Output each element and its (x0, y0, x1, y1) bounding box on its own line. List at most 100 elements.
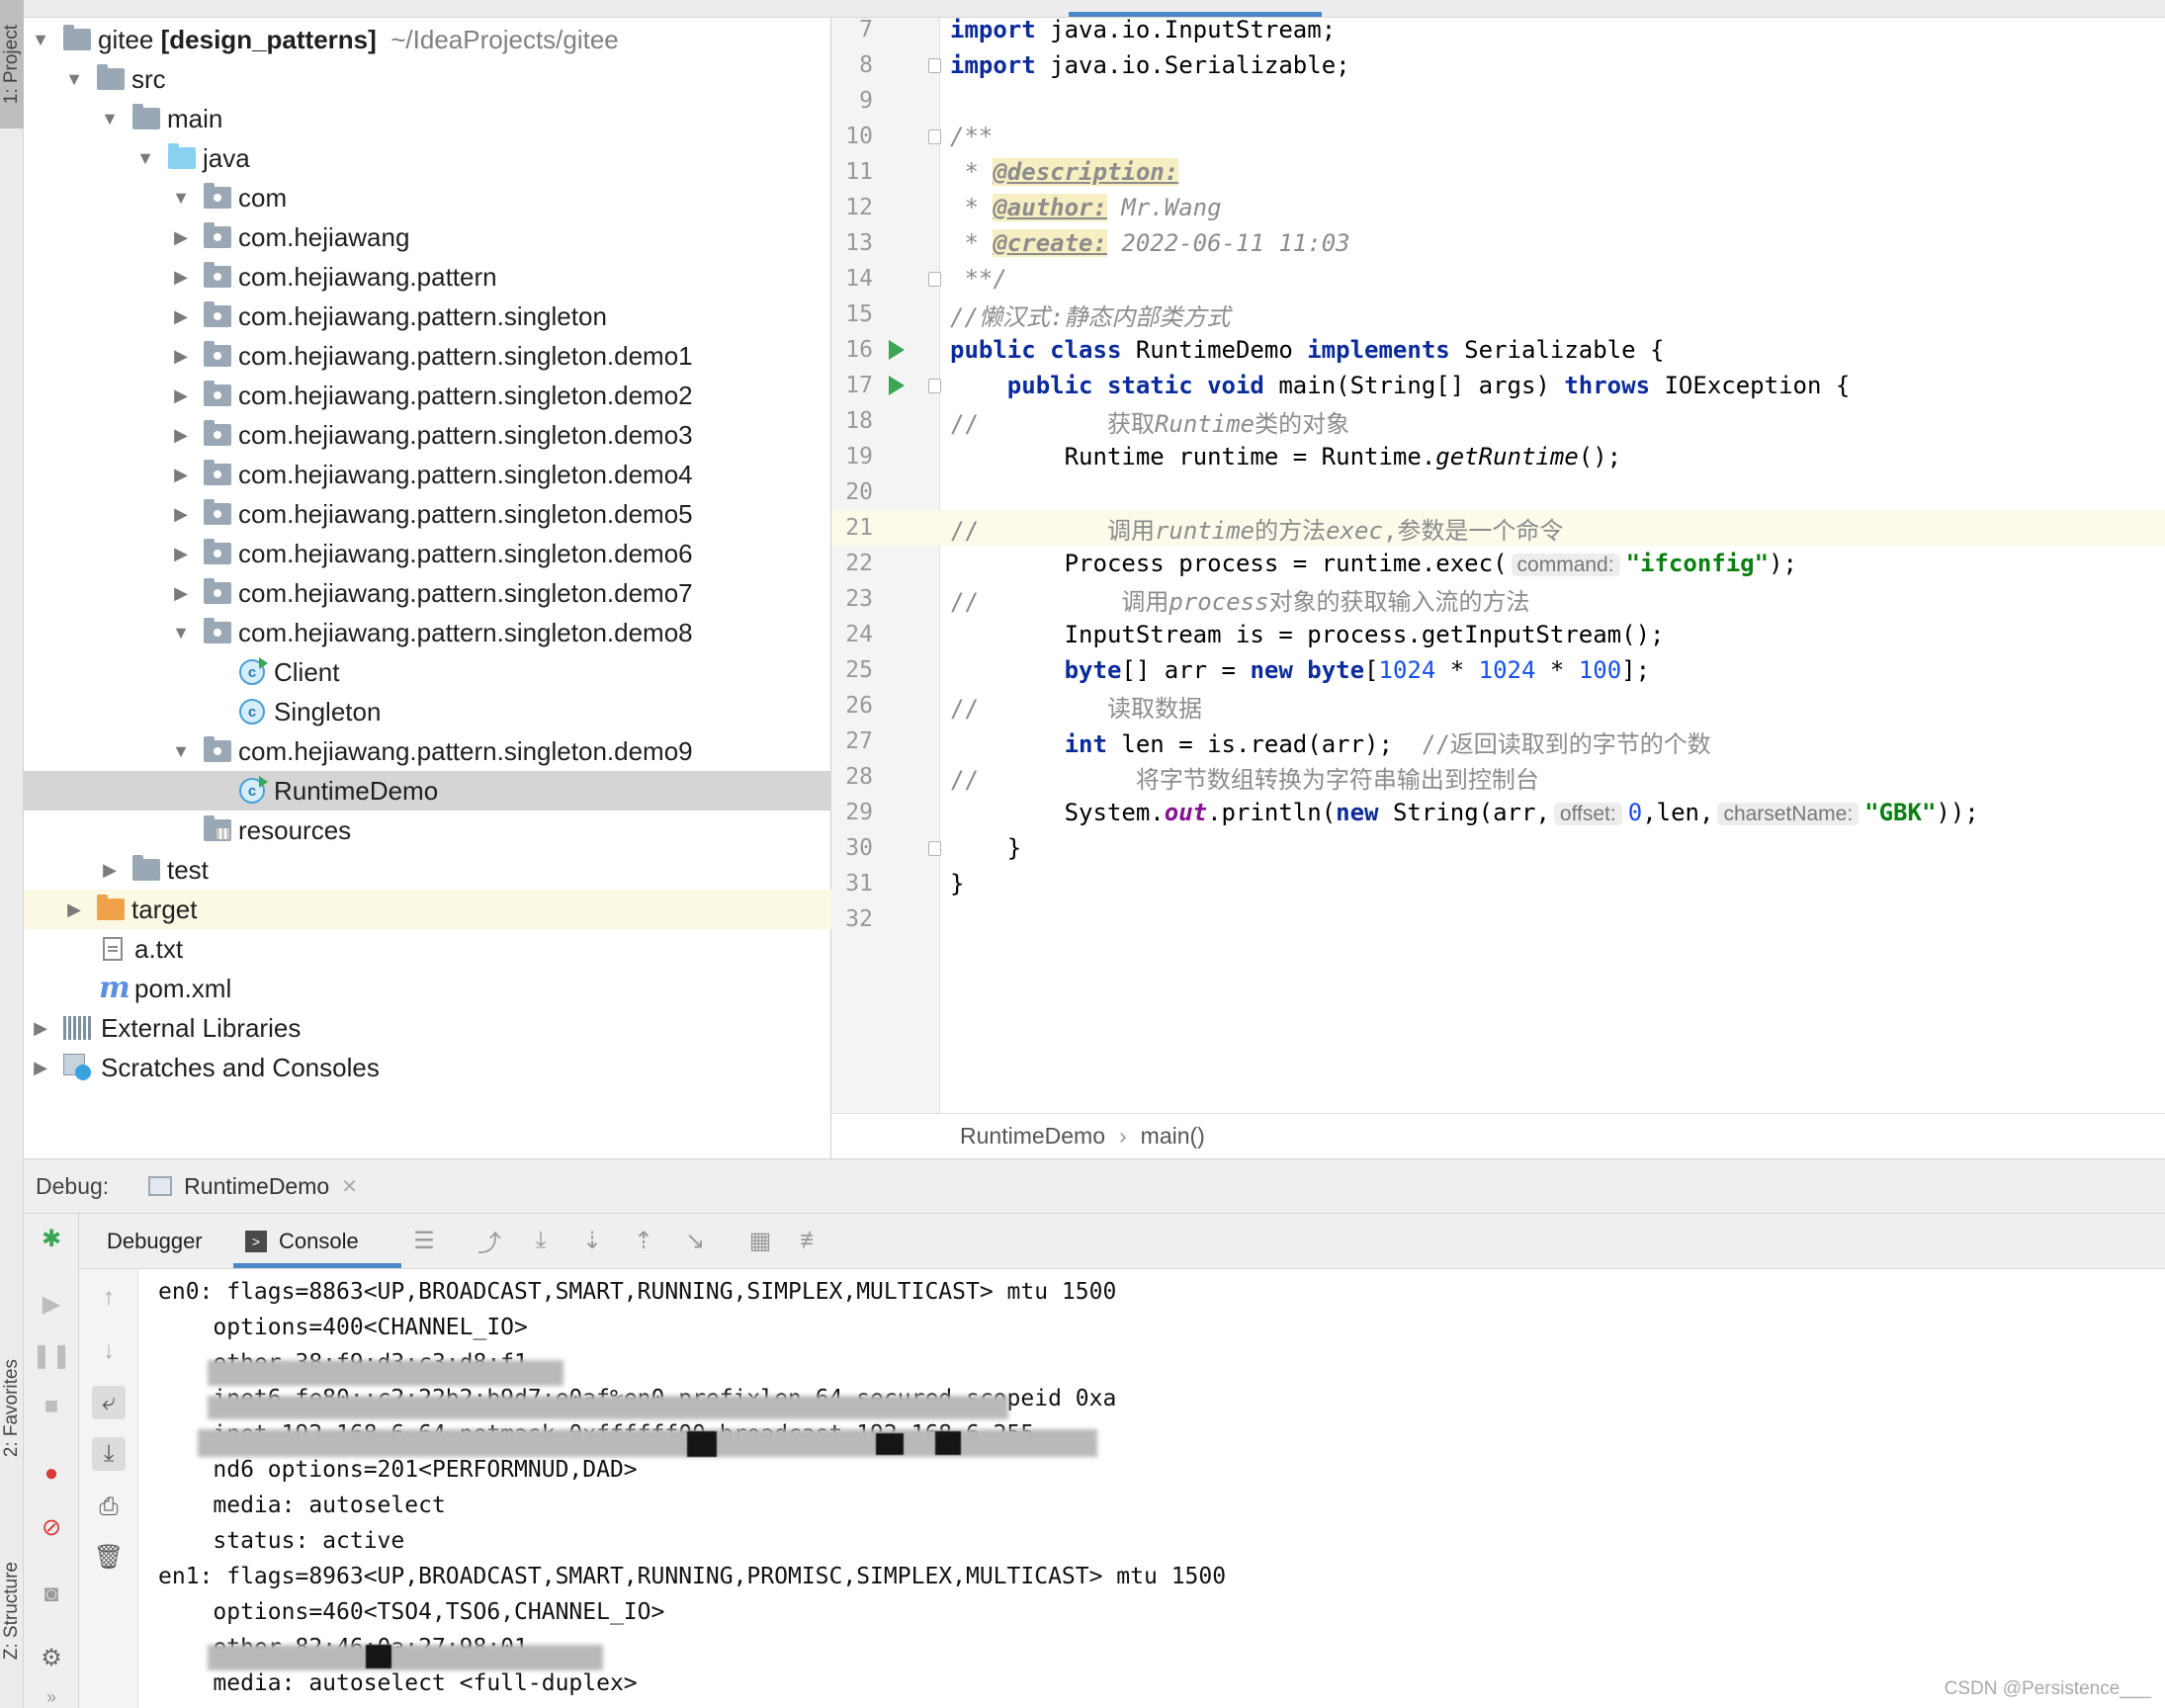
step-over-icon[interactable]: ⤓ (526, 1226, 556, 1255)
tree-node-package[interactable]: ▶ com.hejiawang.pattern.singleton.demo3 (24, 415, 831, 455)
code-line[interactable]: 22 Process process = runtime.exec(comman… (831, 546, 2165, 581)
code-line[interactable]: 24 InputStream is = process.getInputStre… (831, 617, 2165, 652)
tree-node-package[interactable]: ▼ com.hejiawang.pattern.singleton.demo8 (24, 613, 831, 652)
tab-console[interactable]: > Console (233, 1214, 371, 1269)
code-line-current[interactable]: 21 // 调用runtime的方法exec,参数是一个命令 (831, 510, 2165, 546)
tree-node-scratches[interactable]: ▶ Scratches and Consoles (24, 1048, 831, 1087)
code-line[interactable]: 16 public class RuntimeDemo implements S… (831, 332, 2165, 368)
tree-node-package[interactable]: ▶ com.hejiawang.pattern.singleton.demo5 (24, 494, 831, 534)
tree-node-package[interactable]: ▶ com.hejiawang (24, 217, 831, 257)
debug-bug-icon[interactable]: ✱ (35, 1222, 68, 1255)
scroll-to-end-icon[interactable]: ⤓ (92, 1437, 126, 1471)
code-line[interactable]: 28 // 将字节数组转换为字符串输出到控制台 (831, 759, 2165, 795)
chevron-right-icon[interactable]: ▶ (170, 465, 192, 485)
code-line[interactable]: 9 (831, 83, 2165, 119)
code-line[interactable]: 13 * @create: 2022-06-11 11:03 (831, 225, 2165, 261)
view-breakpoints-icon[interactable]: ● (35, 1457, 68, 1491)
code-line[interactable]: 15 //懒汉式:静态内部类方式 (831, 297, 2165, 332)
tree-node-package[interactable]: ▼ com.hejiawang.pattern.singleton.demo9 (24, 731, 831, 771)
arrow-up-icon[interactable]: ↑ (92, 1281, 126, 1315)
evaluate-expression-icon[interactable]: ▦ (745, 1226, 775, 1255)
fold-marker-icon[interactable] (928, 129, 941, 144)
layout-menu-icon[interactable]: ☰ (409, 1226, 439, 1255)
tree-node-root[interactable]: ▼ gitee [design_patterns] ~/IdeaProjects… (24, 20, 831, 59)
tree-node-class[interactable]: c Client (24, 652, 831, 692)
chevron-right-icon[interactable]: ▶ (170, 425, 192, 446)
code-line[interactable]: 18 // 获取Runtime类的对象 (831, 403, 2165, 439)
code-line[interactable]: 10 /** (831, 119, 2165, 154)
close-icon[interactable]: ✕ (341, 1174, 358, 1199)
pause-icon[interactable]: ❚❚ (32, 1338, 71, 1372)
mute-breakpoints-icon[interactable]: ⊘ (35, 1510, 68, 1544)
trace-icon[interactable]: ≢ (797, 1226, 826, 1255)
tree-node-package[interactable]: ▶ com.hejiawang.pattern.singleton.demo1 (24, 336, 831, 376)
favorites-tool-tab[interactable]: 2: Favorites (0, 1315, 24, 1502)
tree-node-src[interactable]: ▼ src (24, 59, 831, 99)
run-to-cursor-icon[interactable]: ↘ (680, 1226, 710, 1255)
chevron-right-icon[interactable]: ▶ (170, 504, 192, 525)
tree-node-target[interactable]: ▶ target (24, 890, 831, 929)
chevron-right-icon[interactable]: ▶ (63, 899, 85, 920)
chevron-down-icon[interactable]: ▼ (170, 741, 192, 762)
project-tool-tab[interactable]: 1: Project (0, 0, 24, 128)
chevron-down-icon[interactable]: ▼ (30, 30, 51, 50)
code-line[interactable]: 14 **/ (831, 261, 2165, 297)
tree-node-class[interactable]: c Singleton (24, 692, 831, 731)
code-line[interactable]: 19 Runtime runtime = Runtime.getRuntime(… (831, 439, 2165, 474)
tree-node-file[interactable]: m pom.xml (24, 969, 831, 1008)
code-line[interactable]: 29 System.out.println(new String(arr, off… (831, 795, 2165, 830)
debug-session-tab[interactable]: RuntimeDemo ✕ (148, 1173, 358, 1200)
chevron-down-icon[interactable]: ▼ (170, 188, 192, 209)
code-line[interactable]: 8 import java.io.Serializable; (831, 47, 2165, 83)
chevron-right-icon[interactable]: ▶ (170, 583, 192, 604)
tree-node-package[interactable]: ▶ com.hejiawang.pattern.singleton (24, 297, 831, 336)
tab-debugger[interactable]: Debugger (107, 1214, 203, 1269)
run-gutter-icon[interactable] (889, 340, 905, 360)
fold-marker-icon[interactable] (928, 841, 941, 856)
tree-node-package[interactable]: ▶ com.hejiawang.pattern.singleton.demo7 (24, 573, 831, 613)
chevron-right-icon[interactable]: ▶ (99, 860, 121, 881)
tree-node-class-selected[interactable]: c RuntimeDemo (24, 771, 831, 811)
chevron-down-icon[interactable]: ▼ (63, 69, 85, 90)
tree-node-file[interactable]: a.txt (24, 929, 831, 969)
console-output[interactable]: en0: flags=8863<UP,BROADCAST,SMART,RUNNI… (138, 1269, 2165, 1708)
chevron-right-icon[interactable]: ▶ (170, 267, 192, 288)
tree-node-java[interactable]: ▼ java (24, 138, 831, 178)
fold-marker-icon[interactable] (928, 58, 941, 73)
run-gutter-icon[interactable] (889, 376, 905, 395)
tree-node-resources[interactable]: resources (24, 811, 831, 850)
chevron-right-icon[interactable]: ▶ (170, 346, 192, 367)
trash-icon[interactable]: 🗑 (92, 1540, 126, 1574)
fold-marker-icon[interactable] (928, 379, 941, 393)
tree-node-package[interactable]: ▶ com.hejiawang.pattern (24, 257, 831, 297)
step-into-icon[interactable]: ⇣ (577, 1226, 607, 1255)
fold-marker-icon[interactable] (928, 272, 941, 287)
tree-node-package[interactable]: ▼ com (24, 178, 831, 217)
code-line[interactable]: 25 byte[] arr = new byte[1024 * 1024 * 1… (831, 652, 2165, 688)
tree-node-libraries[interactable]: ▶ External Libraries (24, 1008, 831, 1048)
arrow-down-icon[interactable]: ↓ (92, 1334, 126, 1368)
chevron-right-icon[interactable]: ▶ (170, 385, 192, 406)
soft-wrap-icon[interactable]: ⤶ (92, 1386, 126, 1419)
breadcrumb-class[interactable]: RuntimeDemo (960, 1123, 1105, 1150)
code-line[interactable]: 12 * @author: Mr.Wang (831, 190, 2165, 225)
chevron-right-icon[interactable]: ▶ (170, 227, 192, 248)
code-editor[interactable]: 7 import java.io.InputStream; 8 import j… (831, 0, 2165, 1158)
chevron-down-icon[interactable]: ▼ (134, 148, 156, 169)
chevron-right-icon[interactable]: ▶ (170, 544, 192, 564)
structure-tool-tab[interactable]: Z: Structure (0, 1522, 24, 1700)
chevron-down-icon[interactable]: ▼ (99, 109, 121, 129)
tree-node-package[interactable]: ▶ com.hejiawang.pattern.singleton.demo4 (24, 455, 831, 494)
code-line[interactable]: 11 * @description: (831, 154, 2165, 190)
code-line[interactable]: 17 public static void main(String[] args… (831, 368, 2165, 403)
code-line[interactable]: 26 // 读取数据 (831, 688, 2165, 724)
code-line[interactable]: 27 int len = is.read(arr); //返回读取到的字节的个数 (831, 724, 2165, 759)
code-line[interactable]: 31 } (831, 866, 2165, 901)
tree-node-main[interactable]: ▼ main (24, 99, 831, 138)
stop-icon[interactable]: ■ (35, 1390, 68, 1423)
breadcrumb-method[interactable]: main() (1141, 1123, 1205, 1150)
camera-icon[interactable]: ◙ (35, 1578, 68, 1611)
code-line[interactable]: 23 // 调用process对象的获取输入流的方法 (831, 581, 2165, 617)
print-icon[interactable]: ⎙ (92, 1491, 126, 1524)
resume-icon[interactable]: ▶ (35, 1287, 68, 1321)
